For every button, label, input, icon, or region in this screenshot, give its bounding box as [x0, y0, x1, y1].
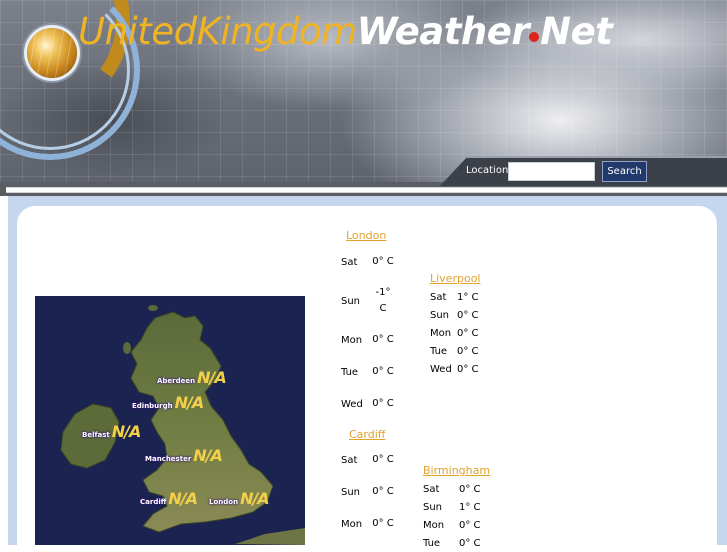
location-label: Location	[466, 165, 509, 176]
forecast-temp: 0° C	[459, 483, 481, 495]
map-city-value: N/A	[197, 368, 227, 387]
forecast-day: Sun	[430, 309, 450, 321]
forecast-city-link-birmingham[interactable]: Birmingham	[423, 464, 490, 477]
forecast-temp: 1° C	[459, 501, 481, 513]
forecast-city-link-london[interactable]: London	[346, 229, 386, 242]
forecast-day: Sat	[341, 256, 358, 268]
forecast-temp: 0° C	[372, 518, 394, 529]
forecast-row: Sun -1° C	[341, 278, 395, 324]
forecast-temp: 0° C	[372, 256, 394, 267]
forecast-row: Tue 0° C	[341, 356, 395, 388]
forecast-temp: 0° C	[372, 398, 394, 409]
logo-dot-icon	[529, 32, 540, 42]
map-city-value: N/A	[111, 422, 142, 441]
forecast-day: Sat	[423, 483, 440, 495]
forecast-temp: -1° C	[375, 287, 391, 314]
forecast-temp: 0° C	[372, 366, 394, 377]
forecast-row: Sat 0° C	[341, 444, 395, 476]
forecast-row: Wed 0° C	[341, 388, 395, 420]
forecast-day: Sat	[341, 454, 358, 466]
forecast-day: Tue	[341, 366, 359, 378]
forecast-day: Wed	[430, 363, 452, 375]
map-city-name: London	[209, 498, 239, 506]
header-divider	[6, 187, 727, 193]
forecast-row: Mon 0° C	[423, 516, 481, 534]
forecast-day: Sun	[341, 486, 361, 498]
forecast-day: Wed	[341, 398, 363, 410]
map-city-name: Edinburgh	[132, 402, 173, 410]
forecast-table-london: Sat 0° C Sun -1° C Mon 0° C Tue 0° C Wed…	[341, 246, 395, 420]
forecast-row: Mon 0° C	[341, 508, 395, 540]
map-city-aberdeen[interactable]: Aberdeen N/A	[157, 368, 227, 387]
forecast-day: Tue	[423, 537, 441, 549]
map-city-value: N/A	[240, 489, 270, 508]
site-title-part3: Net	[540, 10, 613, 53]
forecast-row: Mon 0° C	[430, 324, 479, 342]
forecast-temp: 0° C	[372, 454, 394, 465]
map-city-value: N/A	[174, 393, 205, 412]
forecast-day: Tue	[430, 345, 448, 357]
map-city-edinburgh[interactable]: Edinburgh N/A	[132, 393, 205, 412]
globe-logo-icon	[27, 28, 77, 78]
forecast-row: Wed 0° C	[430, 360, 479, 378]
forecast-day: Sun	[423, 501, 443, 513]
forecast-temp: 0° C	[457, 345, 479, 357]
forecast-row: Mon 0° C	[341, 324, 395, 356]
map-city-belfast[interactable]: Belfast N/A	[82, 422, 142, 441]
forecast-table-liverpool: Sat 1° C Sun 0° C Mon 0° C Tue 0° C Wed …	[430, 288, 479, 378]
forecast-row: Sat 0° C	[423, 480, 481, 498]
map-city-name: Belfast	[82, 431, 110, 439]
forecast-temp: 0° C	[457, 363, 479, 375]
forecast-temp: 1° C	[457, 291, 479, 303]
forecast-row: Tue 0° C	[423, 534, 481, 552]
forecast-temp: 0° C	[457, 309, 479, 321]
map-city-value: N/A	[193, 446, 223, 465]
forecast-row: Sun 0° C	[341, 476, 395, 508]
forecast-temp: 0° C	[372, 334, 394, 345]
map-city-name: Manchester	[145, 455, 192, 463]
forecast-temp: 0° C	[457, 327, 479, 339]
map-city-manchester[interactable]: Manchester N/A	[145, 446, 223, 465]
location-input[interactable]	[508, 162, 595, 181]
uk-weather-map: Aberdeen N/A Edinburgh N/A Belfast N/A M…	[35, 296, 305, 545]
map-city-value: N/A	[168, 489, 198, 508]
forecast-row: Sun 1° C	[423, 498, 481, 516]
map-city-name: Aberdeen	[157, 377, 196, 385]
forecast-day: Mon	[430, 327, 452, 339]
forecast-row: Tue 0° C	[430, 342, 479, 360]
forecast-row: Sun 0° C	[430, 306, 479, 324]
map-city-name: Cardiff	[140, 498, 167, 506]
forecast-table-birmingham: Sat 0° C Sun 1° C Mon 0° C Tue 0° C	[423, 480, 481, 552]
forecast-day: Mon	[341, 518, 363, 530]
site-title-part1: UnitedKingdom	[78, 10, 357, 53]
forecast-city-link-liverpool[interactable]: Liverpool	[430, 272, 480, 285]
forecast-city-link-cardiff[interactable]: Cardiff	[349, 428, 385, 441]
forecast-temp: 0° C	[372, 486, 394, 497]
forecast-day: Mon	[341, 334, 363, 346]
forecast-day: Sun	[341, 295, 361, 307]
search-button[interactable]: Search	[602, 161, 647, 182]
forecast-day: Mon	[423, 519, 445, 531]
site-header: UnitedKingdomWeather Net Location Search	[0, 0, 727, 196]
forecast-row: Sat 0° C	[341, 246, 395, 278]
forecast-temp: 0° C	[459, 537, 481, 549]
site-title[interactable]: UnitedKingdomWeather Net	[78, 10, 613, 54]
forecast-temp: 0° C	[459, 519, 481, 531]
map-city-london[interactable]: London N/A	[209, 489, 270, 508]
forecast-table-cardiff: Sat 0° C Sun 0° C Mon 0° C	[341, 444, 395, 540]
forecast-row: Sat 1° C	[430, 288, 479, 306]
map-city-cardiff[interactable]: Cardiff N/A	[140, 489, 198, 508]
site-title-part2: Weather	[356, 10, 530, 53]
forecast-day: Sat	[430, 291, 447, 303]
